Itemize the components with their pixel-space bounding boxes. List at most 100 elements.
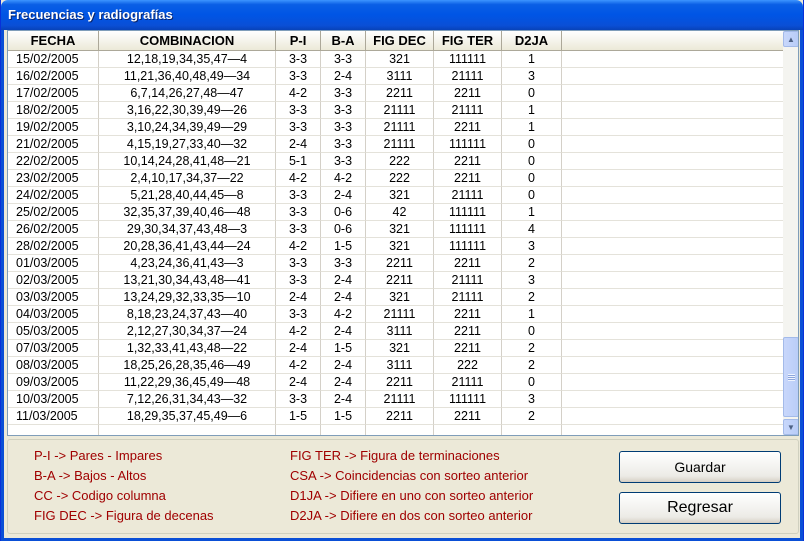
table-row[interactable]: 26/02/2005 29,30,34,37,43,48—3 3-3 0-6 321 11… <box>8 221 783 238</box>
cell-fig-dec: 321 <box>366 289 434 306</box>
cell-fecha: 04/03/2005 <box>8 306 99 323</box>
table-row[interactable]: 17/02/2005 6,7,14,26,27,48—47 4-2 3-3 2211 22… <box>8 85 783 102</box>
results-grid[interactable]: FECHA COMBINACION P-I B-A FIG DEC FIG TE… <box>7 30 799 436</box>
cell-combinacion: 1,32,33,41,43,48—22 <box>99 340 276 357</box>
back-button[interactable]: Regresar <box>619 492 781 524</box>
cell-fig-ter: 21111 <box>434 187 502 204</box>
cell-empty <box>562 204 783 221</box>
cell-bajos-altos: 3-3 <box>321 255 366 272</box>
table-row[interactable]: 28/02/2005 20,28,36,41,43,44—24 4-2 1-5 321 1… <box>8 238 783 255</box>
cell-fig-ter: 2211 <box>434 323 502 340</box>
header-bajos-altos[interactable]: B-A <box>321 31 366 51</box>
cell-combinacion: 10,14,24,28,41,48—21 <box>99 153 276 170</box>
cell-bajos-altos: 4-2 <box>321 306 366 323</box>
cell-combinacion: 5,21,28,40,44,45—8 <box>99 187 276 204</box>
cell-empty <box>562 119 783 136</box>
table-row[interactable]: 05/03/2005 2,12,27,30,34,37—24 4-2 2-4 3111 2… <box>8 323 783 340</box>
table-row[interactable]: 03/03/2005 13,24,29,32,33,35—10 2-4 2-4 321 2… <box>8 289 783 306</box>
scrollbar-thumb[interactable] <box>783 337 798 417</box>
table-row[interactable]: 24/02/2005 5,21,28,40,44,45—8 3-3 2-4 321 211… <box>8 187 783 204</box>
table-row[interactable]: 09/03/2005 11,22,29,36,45,49—48 2-4 2-4 2211… <box>8 374 783 391</box>
cell-fecha: 19/02/2005 <box>8 119 99 136</box>
grip-icon <box>787 373 795 381</box>
cell-empty <box>562 289 783 306</box>
cell-fecha: 24/02/2005 <box>8 187 99 204</box>
cell-pares-impares: 3-3 <box>276 102 321 119</box>
cell-combinacion: 2,12,27,30,34,37—24 <box>99 323 276 340</box>
scroll-down-arrow-icon[interactable]: ▼ <box>783 419 798 435</box>
cell-fig-dec: 321 <box>366 221 434 238</box>
cell-empty <box>562 102 783 119</box>
title-bar[interactable]: Frecuencias y radiografías <box>1 0 803 30</box>
cell-d2ja: 3 <box>502 68 562 85</box>
header-fig-dec[interactable]: FIG DEC <box>366 31 434 51</box>
header-fig-ter[interactable]: FIG TER <box>434 31 502 51</box>
cell-bajos-altos: 2-4 <box>321 357 366 374</box>
legend-cc: CC -> Codigo columna <box>34 488 166 503</box>
cell-combinacion: 4,15,19,27,33,40—32 <box>99 136 276 153</box>
table-row[interactable]: 08/03/2005 18,25,26,28,35,46—49 4-2 2-4 3111… <box>8 357 783 374</box>
cell-fecha: 11/03/2005 <box>8 408 99 425</box>
cell-fecha: 05/03/2005 <box>8 323 99 340</box>
cell-fig-ter: 111111 <box>434 136 502 153</box>
table-row[interactable]: 07/03/2005 1,32,33,41,43,48—22 2-4 1-5 321 22… <box>8 340 783 357</box>
cell-fecha: 26/02/2005 <box>8 221 99 238</box>
cell-fecha: 25/02/2005 <box>8 204 99 221</box>
cell-fig-dec: 321 <box>366 187 434 204</box>
table-row[interactable]: 11/03/2005 18,29,35,37,45,49—6 1-5 1-5 2211 2… <box>8 408 783 425</box>
cell-fecha <box>8 425 99 435</box>
cell-empty <box>562 425 783 435</box>
scroll-up-arrow-icon[interactable]: ▲ <box>783 31 798 47</box>
cell-bajos-altos: 1-5 <box>321 408 366 425</box>
cell-empty <box>562 68 783 85</box>
cell-fig-ter: 2211 <box>434 170 502 187</box>
cell-bajos-altos: 4-2 <box>321 170 366 187</box>
table-row[interactable]: 18/02/2005 3,16,22,30,39,49—26 3-3 3-3 21111… <box>8 102 783 119</box>
cell-combinacion: 20,28,36,41,43,44—24 <box>99 238 276 255</box>
table-row[interactable]: 19/02/2005 3,10,24,34,39,49—29 3-3 3-3 21111… <box>8 119 783 136</box>
cell-d2ja: 4 <box>502 221 562 238</box>
cell-fig-dec: 21111 <box>366 136 434 153</box>
table-row[interactable]: 02/03/2005 13,21,30,34,43,48—41 3-3 2-4 2211… <box>8 272 783 289</box>
table-row[interactable]: 10/03/2005 7,12,26,31,34,43—32 3-3 2-4 21111… <box>8 391 783 408</box>
table-row[interactable]: 04/03/2005 8,18,23,24,37,43—40 3-3 4-2 21111… <box>8 306 783 323</box>
cell-pares-impares: 2-4 <box>276 289 321 306</box>
table-row[interactable]: 22/02/2005 10,14,24,28,41,48—21 5-1 3-3 222 2… <box>8 153 783 170</box>
cell-fig-dec: 3111 <box>366 323 434 340</box>
table-row[interactable]: 21/02/2005 4,15,19,27,33,40—32 2-4 3-3 21111… <box>8 136 783 153</box>
cell-combinacion: 4,23,24,36,41,43—3 <box>99 255 276 272</box>
table-row[interactable]: 16/02/2005 11,21,36,40,48,49—34 3-3 2-4 3111… <box>8 68 783 85</box>
cell-pares-impares: 4-2 <box>276 357 321 374</box>
cell-fig-ter: 2211 <box>434 340 502 357</box>
table-row[interactable] <box>8 425 783 435</box>
table-row[interactable]: 01/03/2005 4,23,24,36,41,43—3 3-3 3-3 2211 22… <box>8 255 783 272</box>
cell-d2ja: 1 <box>502 204 562 221</box>
vertical-scrollbar[interactable]: ▲ ▼ <box>783 31 798 435</box>
cell-bajos-altos: 0-6 <box>321 221 366 238</box>
cell-empty <box>562 340 783 357</box>
table-row[interactable]: 25/02/2005 32,35,37,39,40,46—48 3-3 0-6 42 11… <box>8 204 783 221</box>
cell-fig-ter: 21111 <box>434 102 502 119</box>
cell-bajos-altos: 3-3 <box>321 153 366 170</box>
cell-bajos-altos: 3-3 <box>321 136 366 153</box>
legend-d2ja: D2JA -> Difiere en dos con sorteo anteri… <box>290 508 533 523</box>
save-button[interactable]: Guardar <box>619 451 781 483</box>
cell-pares-impares: 3-3 <box>276 204 321 221</box>
header-pares-impares[interactable]: P-I <box>276 31 321 51</box>
header-d2ja[interactable]: D2JA <box>502 31 562 51</box>
cell-pares-impares: 4-2 <box>276 323 321 340</box>
cell-pares-impares: 3-3 <box>276 221 321 238</box>
header-combinacion[interactable]: COMBINACION <box>99 31 276 51</box>
table-row[interactable]: 23/02/2005 2,4,10,17,34,37—22 4-2 4-2 222 221… <box>8 170 783 187</box>
header-fecha[interactable]: FECHA <box>8 31 99 51</box>
cell-bajos-altos: 2-4 <box>321 323 366 340</box>
cell-fig-dec: 2211 <box>366 255 434 272</box>
cell-fig-dec: 21111 <box>366 102 434 119</box>
table-row[interactable]: 15/02/2005 12,18,19,34,35,47—4 3-3 3-3 321 11… <box>8 51 783 68</box>
cell-empty <box>562 374 783 391</box>
cell-fecha: 10/03/2005 <box>8 391 99 408</box>
cell-pares-impares: 3-3 <box>276 51 321 68</box>
cell-bajos-altos: 3-3 <box>321 85 366 102</box>
cell-fig-ter: 111111 <box>434 391 502 408</box>
cell-empty <box>562 255 783 272</box>
